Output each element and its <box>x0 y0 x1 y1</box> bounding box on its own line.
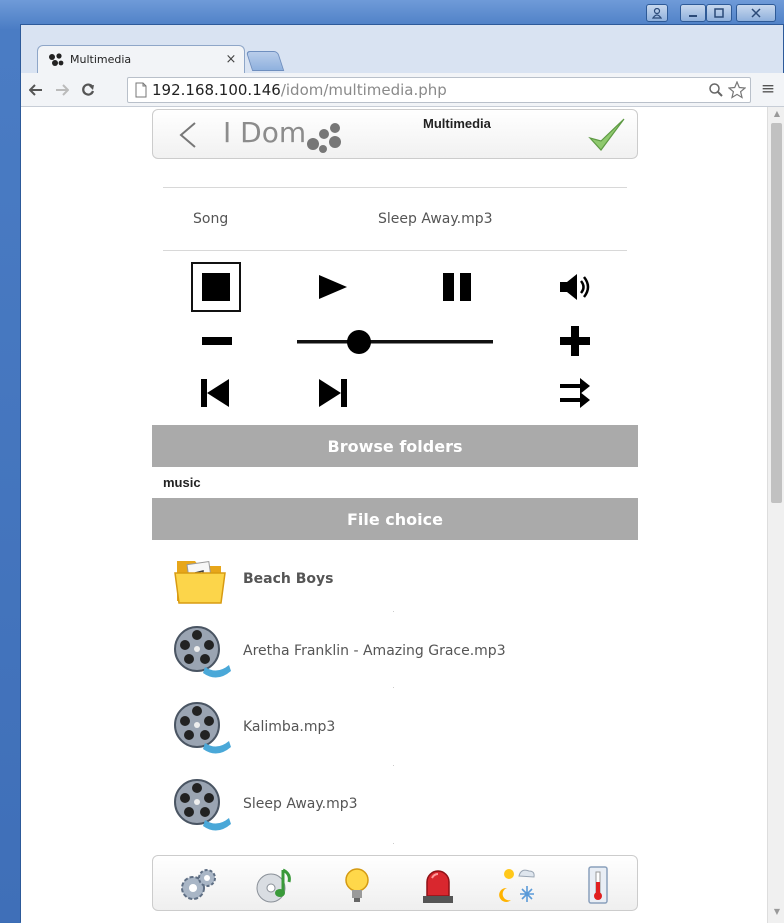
footer-nav <box>152 855 638 911</box>
file-name: Kalimba.mp3 <box>243 719 336 735</box>
settings-icon[interactable] <box>177 864 219 906</box>
arrow-right-icon <box>56 83 69 96</box>
slider-knob[interactable] <box>346 330 371 354</box>
speaker-icon <box>560 274 590 300</box>
divider <box>163 250 627 251</box>
url-host: 192.168.100.146 <box>152 81 281 99</box>
shuffle-button[interactable] <box>555 373 595 413</box>
browse-folders-button[interactable]: Browse folders <box>152 425 638 467</box>
thermometer-icon[interactable] <box>577 864 619 906</box>
idom-favicon-icon <box>49 52 64 66</box>
app-header: I Dom Multimedia <box>152 109 638 159</box>
forward-button[interactable] <box>51 79 73 101</box>
file-name: Beach Boys <box>243 571 334 587</box>
mute-button[interactable] <box>553 265 597 309</box>
folder-icon <box>174 561 226 604</box>
volume-up-button[interactable] <box>555 321 595 361</box>
list-item[interactable]: Beach Boys <box>171 549 631 613</box>
file-name: Sleep Away.mp3 <box>243 796 358 812</box>
url-path: /idom/multimedia.php <box>280 81 447 99</box>
bookmark-star-icon[interactable] <box>728 81 746 99</box>
maximize-icon <box>714 8 724 18</box>
tab-title: Multimedia <box>70 53 132 66</box>
list-item[interactable]: Sleep Away.mp3 <box>171 774 631 838</box>
scroll-down-icon[interactable]: ▼ <box>768 907 784 921</box>
new-tab-button[interactable] <box>245 51 285 71</box>
browser-frame: Multimedia × 192.168.100.146/idom/multim… <box>20 24 784 923</box>
skip-back-icon <box>201 379 229 407</box>
list-item[interactable]: Aretha Franklin - Amazing Grace.mp3 <box>171 621 631 685</box>
separator-dot <box>393 611 394 612</box>
separator-dot <box>393 765 394 766</box>
song-value: Sleep Away.mp3 <box>378 211 493 227</box>
maximize-button[interactable] <box>706 4 732 22</box>
reload-button[interactable] <box>77 79 99 101</box>
film-reel-icon <box>174 702 231 754</box>
logo-text: I Dom <box>223 116 307 149</box>
vertical-scrollbar[interactable]: ▲ ▼ <box>767 107 784 923</box>
close-button[interactable] <box>736 4 776 22</box>
user-button[interactable] <box>646 4 668 22</box>
user-icon <box>652 7 662 19</box>
pause-button[interactable] <box>435 265 479 309</box>
current-folder: music <box>163 475 201 490</box>
page-title: Multimedia <box>423 116 491 131</box>
play-icon <box>319 275 347 299</box>
minimize-icon <box>689 15 697 17</box>
tab-multimedia[interactable]: Multimedia × <box>37 45 245 73</box>
page-viewport: I Dom Multimedia Song Sleep Away.mp3 Bro… <box>21 107 767 923</box>
tab-close-icon[interactable]: × <box>222 52 240 67</box>
close-icon <box>751 8 761 18</box>
browser-toolbar: 192.168.100.146/idom/multimedia.php ≡ <box>21 73 784 107</box>
previous-button[interactable] <box>195 373 235 413</box>
plus-icon <box>560 326 590 356</box>
back-arrow-icon[interactable] <box>173 120 203 150</box>
tab-strip: Multimedia × <box>21 43 784 73</box>
minimize-button[interactable] <box>680 4 706 22</box>
stop-icon <box>202 273 230 301</box>
skip-forward-icon <box>319 379 347 407</box>
volume-down-button[interactable] <box>197 321 237 361</box>
play-button[interactable] <box>311 265 355 309</box>
song-label: Song <box>193 211 229 227</box>
zoom-icon[interactable] <box>708 82 724 98</box>
url-text: 192.168.100.146/idom/multimedia.php <box>152 81 447 99</box>
arrow-left-icon <box>29 83 42 96</box>
file-choice-header: File choice <box>152 498 638 540</box>
stop-button[interactable] <box>191 262 241 312</box>
film-reel-icon <box>174 626 231 678</box>
checkmark-icon[interactable] <box>587 116 627 154</box>
next-button[interactable] <box>313 373 353 413</box>
film-reel-icon <box>174 779 231 831</box>
browser-menu-button[interactable]: ≡ <box>757 79 779 101</box>
back-button[interactable] <box>25 79 47 101</box>
divider <box>163 187 627 188</box>
reload-icon <box>82 82 95 96</box>
separator-dot <box>393 843 394 844</box>
list-item[interactable]: Kalimba.mp3 <box>171 697 631 761</box>
separator-dot <box>393 687 394 688</box>
alarm-icon[interactable] <box>417 864 459 906</box>
weather-icon[interactable] <box>497 864 539 906</box>
page-icon <box>135 82 147 98</box>
logo-flower-icon <box>307 123 341 153</box>
scroll-thumb[interactable] <box>771 123 782 503</box>
slider-track <box>297 340 493 344</box>
file-name: Aretha Franklin - Amazing Grace.mp3 <box>243 643 506 659</box>
browser-window: Multimedia × 192.168.100.146/idom/multim… <box>0 0 784 923</box>
light-bulb-icon[interactable] <box>336 864 378 906</box>
music-icon[interactable] <box>253 864 295 906</box>
scroll-up-icon[interactable]: ▲ <box>768 109 784 123</box>
minus-icon <box>202 337 232 345</box>
shuffle-icon <box>560 378 590 408</box>
volume-slider[interactable] <box>297 327 493 357</box>
pause-icon <box>443 273 471 301</box>
address-bar[interactable]: 192.168.100.146/idom/multimedia.php <box>127 77 751 103</box>
